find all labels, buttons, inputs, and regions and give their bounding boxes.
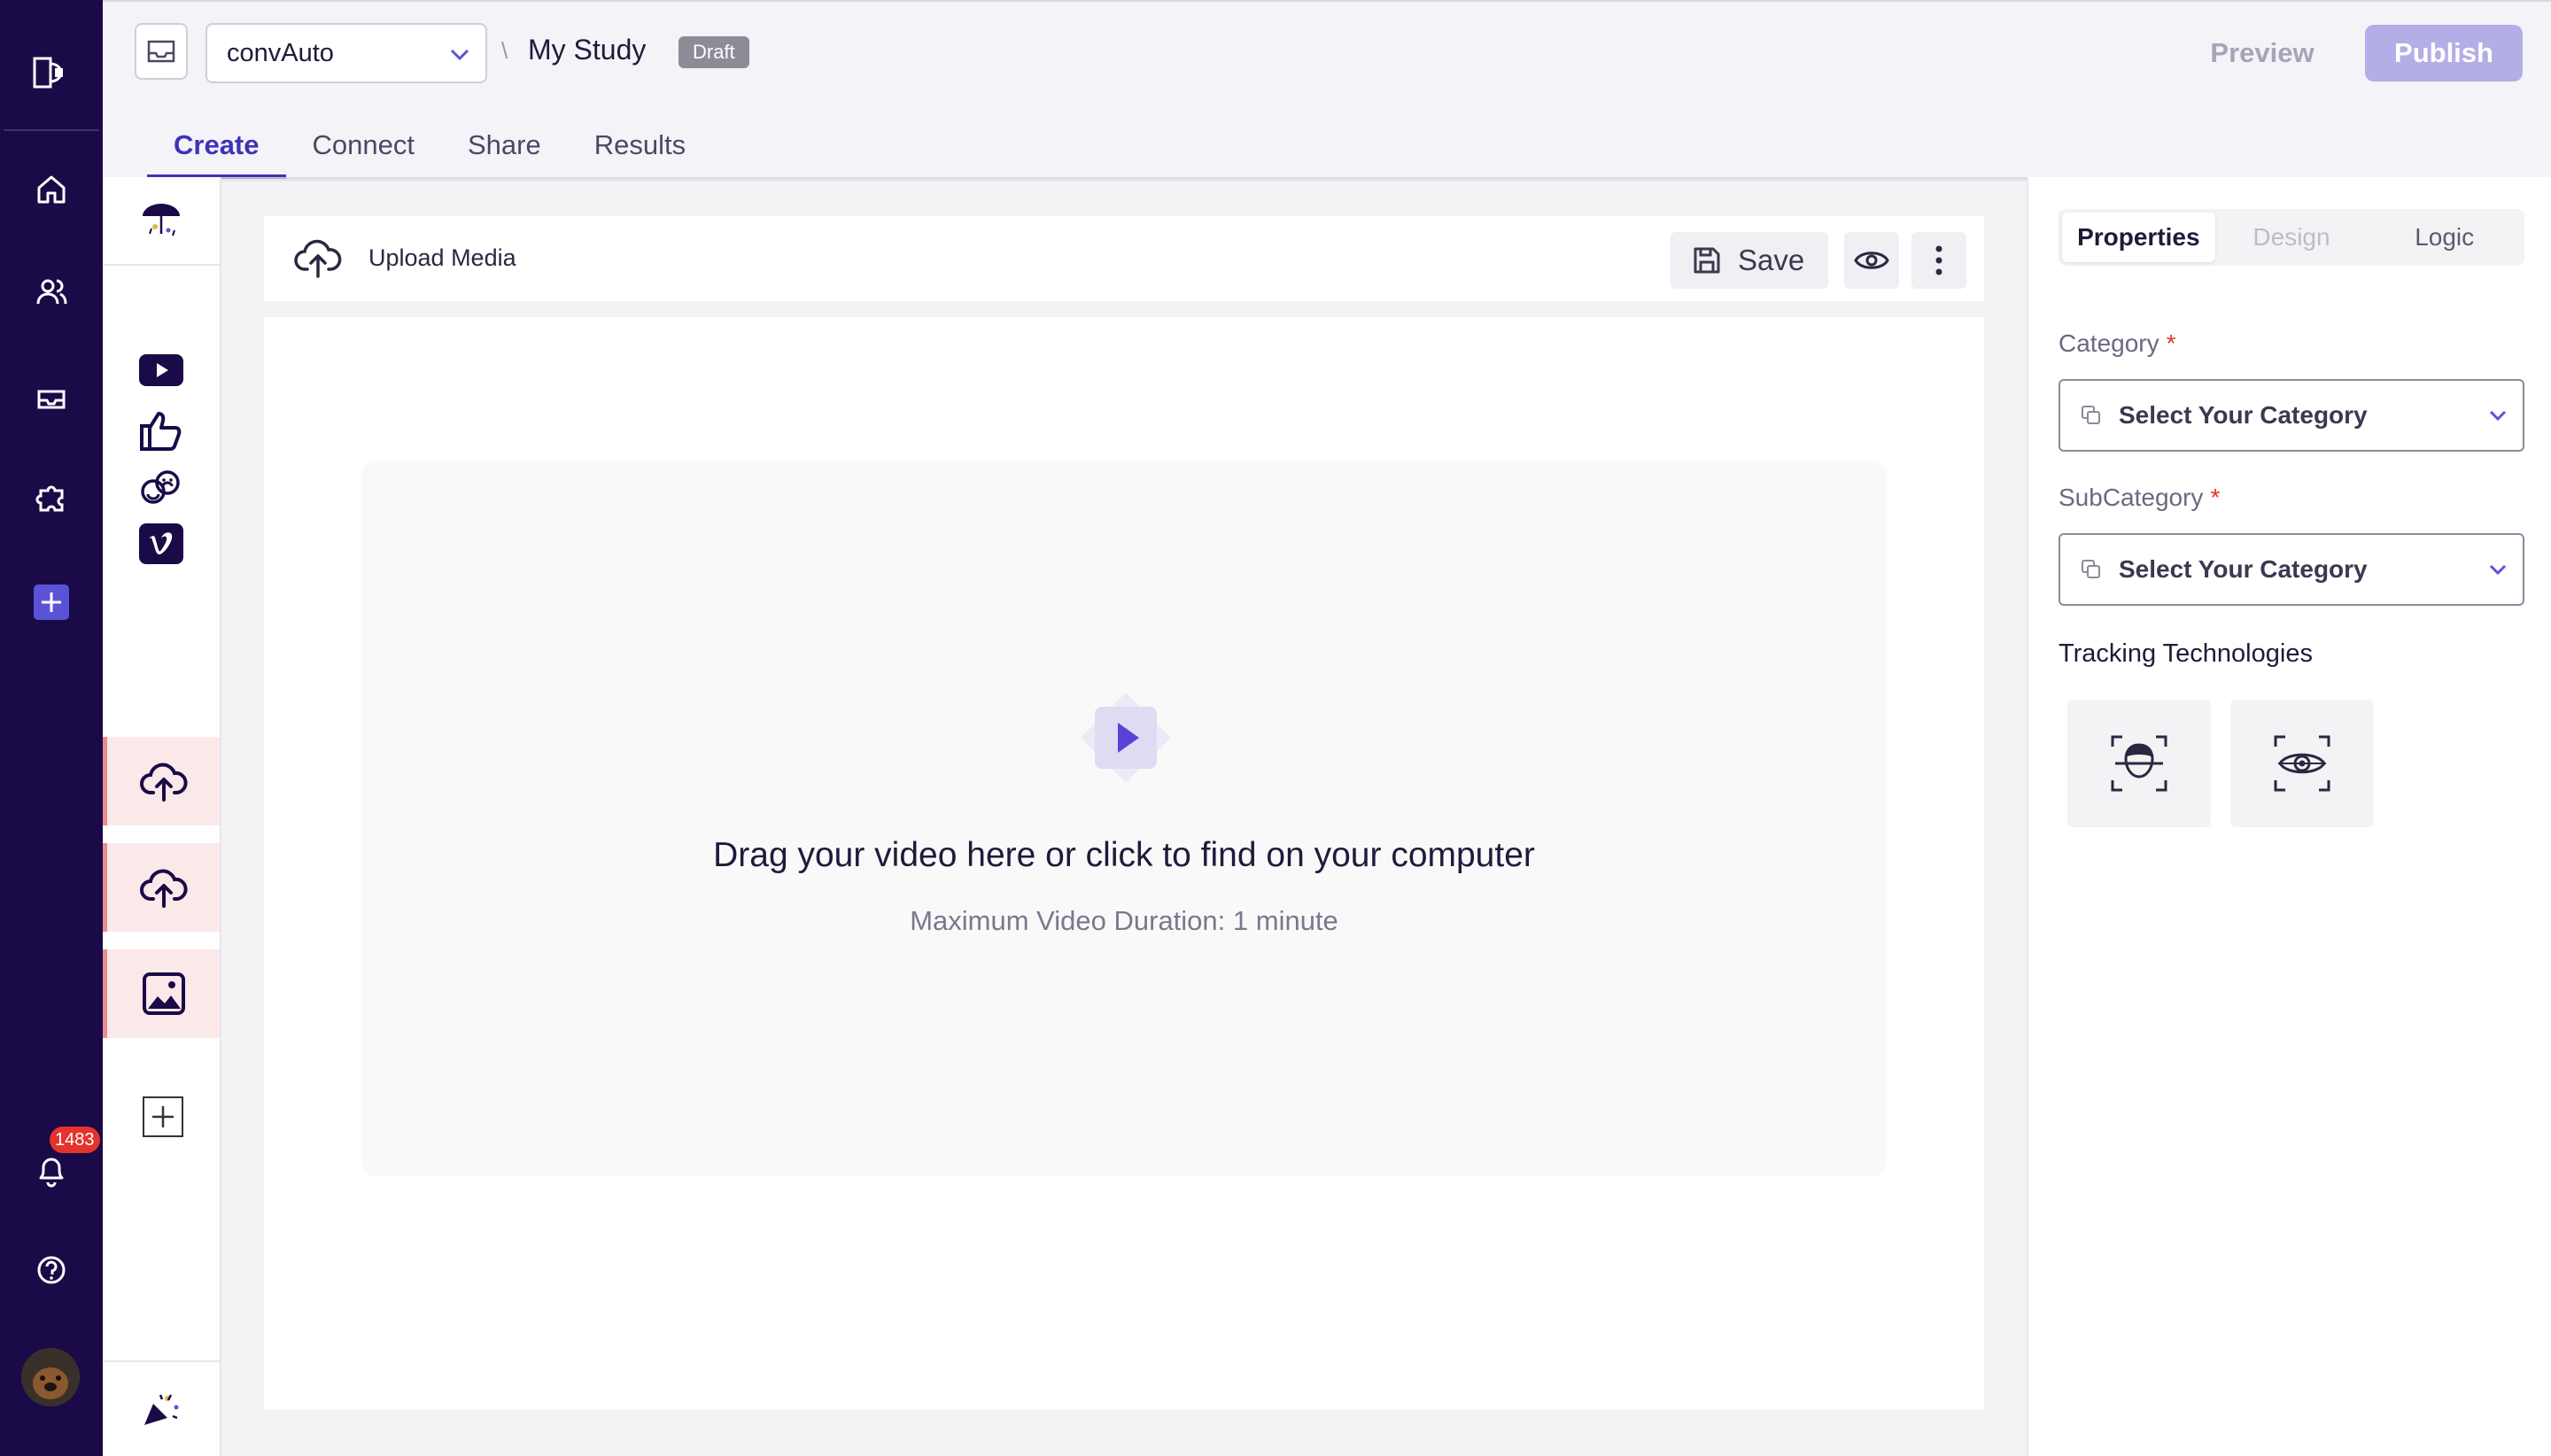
more-options-button[interactable] bbox=[1911, 232, 1966, 289]
tab-create[interactable]: Create bbox=[147, 108, 286, 179]
save-label: Save bbox=[1738, 244, 1805, 276]
dropzone-title: Drag your video here or click to find on… bbox=[713, 836, 1535, 874]
workspace-name: convAuto bbox=[227, 38, 334, 67]
app-logo-icon[interactable] bbox=[32, 55, 71, 90]
workspace-select[interactable]: convAuto bbox=[205, 23, 487, 83]
tracking-option-face[interactable] bbox=[2067, 700, 2211, 827]
chevron-down-icon bbox=[2487, 560, 2508, 579]
breadcrumb-separator: \ bbox=[501, 37, 508, 64]
preview-element-button[interactable] bbox=[1844, 232, 1899, 289]
help-icon[interactable] bbox=[32, 1251, 71, 1289]
subcategory-label-text: SubCategory bbox=[2059, 484, 2204, 511]
rail-item-upload-1[interactable] bbox=[103, 737, 220, 825]
rail-item-image[interactable] bbox=[103, 949, 220, 1038]
rail-item-upload-2[interactable] bbox=[103, 843, 220, 932]
category-select[interactable]: Select Your Category bbox=[2059, 379, 2524, 452]
publish-button[interactable]: Publish bbox=[2365, 25, 2523, 81]
category-select-value: Select Your Category bbox=[2119, 401, 2368, 429]
chevron-down-icon bbox=[2487, 406, 2508, 425]
category-label-text: Category bbox=[2059, 329, 2159, 357]
upload-icon bbox=[139, 759, 188, 803]
dropzone-subtitle: Maximum Video Duration: 1 minute bbox=[910, 905, 1338, 936]
eye-icon bbox=[1854, 248, 1889, 273]
upload-media-icon bbox=[294, 236, 342, 280]
tab-share[interactable]: Share bbox=[441, 108, 568, 179]
subcategory-select[interactable]: Select Your Category bbox=[2059, 533, 2524, 606]
tab-logic[interactable]: Logic bbox=[2368, 213, 2521, 262]
users-icon[interactable] bbox=[32, 273, 71, 312]
tab-results[interactable]: Results bbox=[568, 108, 712, 179]
required-mark: * bbox=[2166, 329, 2176, 357]
home-icon[interactable] bbox=[32, 170, 71, 209]
canvas-area: Drag your video here or click to find on… bbox=[264, 317, 1984, 1410]
panel-tabs: Properties Design Logic bbox=[2059, 209, 2524, 266]
nav-divider bbox=[4, 129, 99, 131]
study-title[interactable]: My Study bbox=[528, 34, 646, 66]
celebration-icon[interactable] bbox=[103, 1360, 220, 1456]
rail-item-vimeo[interactable] bbox=[103, 500, 220, 588]
tab-connect[interactable]: Connect bbox=[286, 108, 441, 179]
video-dropzone[interactable]: Drag your video here or click to find on… bbox=[361, 461, 1887, 1176]
canvas-toolbar: Upload Media Save bbox=[264, 216, 1984, 301]
user-avatar[interactable] bbox=[21, 1348, 80, 1406]
workspace-inbox-button[interactable] bbox=[135, 23, 188, 80]
eye-tracking-icon bbox=[2273, 734, 2331, 793]
upload-icon bbox=[139, 865, 188, 910]
chevron-down-icon bbox=[448, 44, 471, 64]
properties-panel: Properties Design Logic Category * Select… bbox=[2027, 177, 2551, 1456]
save-button[interactable]: Save bbox=[1671, 232, 1828, 289]
tracking-option-eye[interactable] bbox=[2230, 700, 2374, 827]
subcategory-select-value: Select Your Category bbox=[2119, 555, 2368, 583]
save-icon bbox=[1692, 245, 1722, 275]
preview-button[interactable]: Preview bbox=[2191, 25, 2333, 81]
image-icon bbox=[142, 972, 186, 1016]
add-icon[interactable] bbox=[34, 585, 69, 620]
main-nav: 1483 bbox=[0, 0, 103, 1456]
umbrella-icon[interactable] bbox=[103, 177, 220, 266]
video-play-icon bbox=[1077, 689, 1175, 786]
element-rail bbox=[103, 177, 221, 1456]
subcategory-label: SubCategory * bbox=[2059, 484, 2220, 512]
copy-icon bbox=[2080, 404, 2103, 427]
youtube-icon bbox=[139, 354, 183, 386]
tab-design[interactable]: Design bbox=[2215, 213, 2369, 262]
copy-icon bbox=[2080, 558, 2103, 581]
tracking-technologies-label: Tracking Technologies bbox=[2059, 639, 2313, 668]
study-tabs: Create Connect Share Results bbox=[147, 108, 712, 179]
element-title: Upload Media bbox=[368, 244, 516, 271]
face-tracking-icon bbox=[2110, 734, 2168, 793]
more-vertical-icon bbox=[1935, 244, 1943, 276]
bell-icon[interactable] bbox=[32, 1151, 71, 1190]
vimeo-icon bbox=[139, 523, 183, 564]
puzzle-icon[interactable] bbox=[32, 478, 71, 517]
category-label: Category * bbox=[2059, 329, 2176, 358]
tab-properties[interactable]: Properties bbox=[2062, 213, 2215, 262]
inbox-icon[interactable] bbox=[32, 379, 71, 418]
add-element-button[interactable] bbox=[143, 1096, 183, 1137]
required-mark: * bbox=[2210, 484, 2221, 511]
notification-count-badge: 1483 bbox=[50, 1127, 100, 1153]
status-badge: Draft bbox=[678, 36, 749, 68]
top-header: convAuto \ My Study Draft Preview Publis… bbox=[103, 0, 2551, 179]
